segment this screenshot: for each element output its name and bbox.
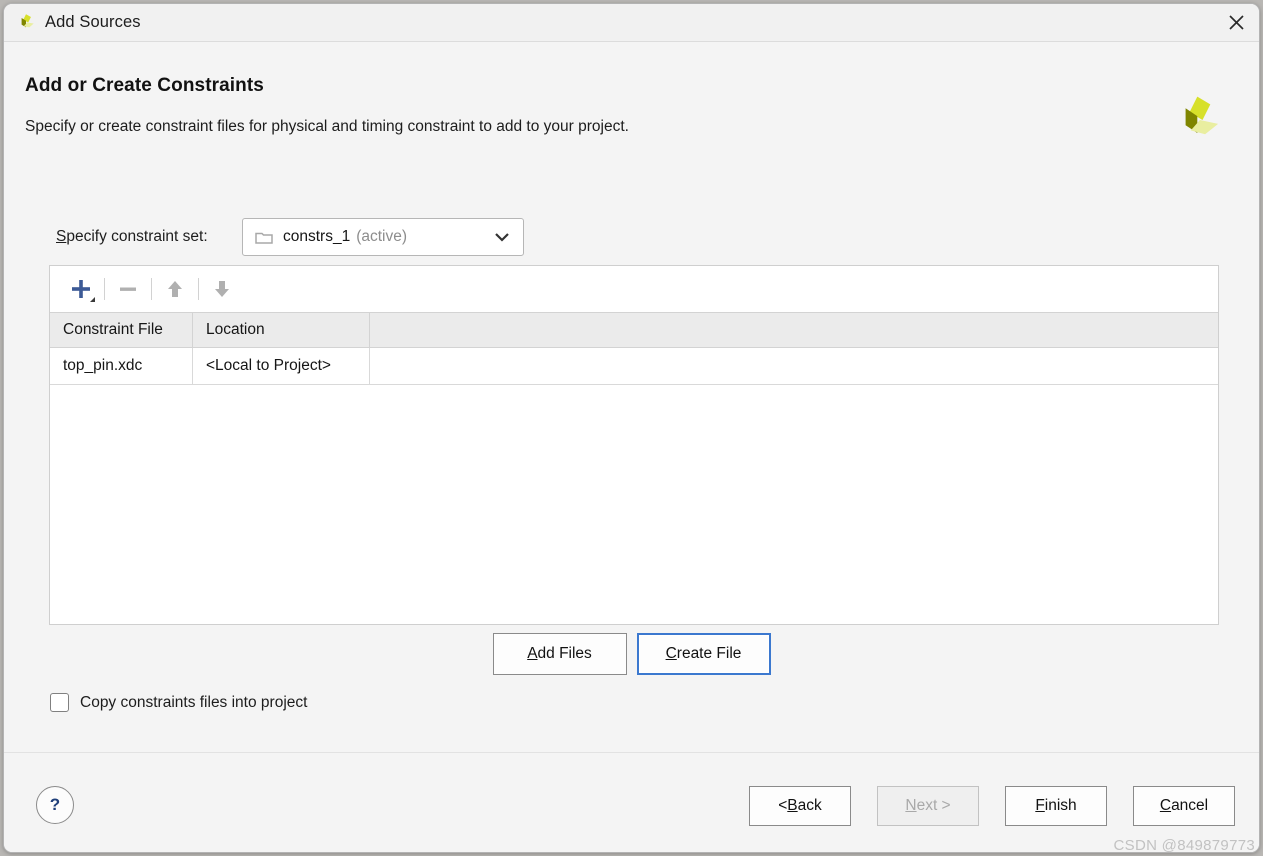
footer-buttons: < Back Next > Finish Cancel: [749, 786, 1235, 826]
column-header-constraint-file: Constraint File: [50, 313, 193, 347]
dropdown-triangle-icon: [90, 297, 95, 302]
cancel-label: ancel: [1171, 797, 1208, 815]
next-button[interactable]: Next >: [877, 786, 979, 826]
cell-constraint-file: top_pin.xdc: [50, 348, 193, 384]
arrow-up-icon[interactable]: [158, 272, 192, 306]
constraint-set-value: constrs_1: [283, 228, 350, 246]
column-header-spacer: [370, 313, 1218, 347]
add-files-button[interactable]: Add Files: [493, 633, 627, 675]
constraint-set-row: Specify constraint set: constrs_1 (activ…: [4, 218, 1259, 258]
cancel-button[interactable]: Cancel: [1133, 786, 1235, 826]
create-file-mnemonic: C: [666, 645, 677, 663]
constraint-files-toolbar: [50, 266, 1218, 312]
folder-icon: [255, 230, 273, 245]
plus-icon[interactable]: [64, 272, 98, 306]
xilinx-logo-icon: [15, 12, 37, 34]
page-subtitle: Specify or create constraint files for p…: [25, 118, 629, 136]
chevron-down-icon[interactable]: [494, 231, 510, 243]
arrow-down-icon[interactable]: [205, 272, 239, 306]
column-header-location: Location: [193, 313, 370, 347]
help-button[interactable]: ?: [36, 786, 74, 824]
copy-constraints-label: Copy constraints files into project: [80, 694, 307, 712]
table-header: Constraint File Location: [50, 312, 1218, 348]
watermark: CSDN @849879773: [1114, 837, 1255, 854]
finish-label: inish: [1045, 797, 1077, 815]
toolbar-divider: [151, 278, 152, 300]
cell-location: <Local to Project>: [193, 348, 370, 384]
xilinx-logo-icon: [1170, 94, 1222, 146]
create-file-label: reate File: [677, 645, 742, 663]
add-sources-dialog: Add Sources Add or Create Constraints Sp…: [3, 3, 1260, 853]
add-files-label: dd Files: [538, 645, 592, 663]
cell-spacer: [370, 348, 1218, 384]
constraint-set-label: Specify constraint set:: [56, 228, 208, 246]
dialog-footer: ? < Back Next > Finish Cancel: [4, 752, 1259, 852]
minus-icon[interactable]: [111, 272, 145, 306]
finish-button[interactable]: Finish: [1005, 786, 1107, 826]
cancel-mnemonic: C: [1160, 797, 1171, 815]
back-label: ack: [798, 797, 822, 815]
constraint-set-label-mnemonic: S: [56, 228, 66, 245]
constraint-files-panel: Constraint File Location top_pin.xdc <Lo…: [49, 265, 1219, 625]
add-files-mnemonic: A: [527, 645, 537, 663]
toolbar-divider: [198, 278, 199, 300]
constraint-set-label-rest: pecify constraint set:: [66, 228, 207, 245]
close-icon[interactable]: [1213, 4, 1259, 41]
next-label: ext >: [917, 797, 951, 815]
dialog-body: Specify constraint set: constrs_1 (activ…: [4, 152, 1259, 752]
back-mnemonic: B: [787, 797, 797, 815]
copy-constraints-checkbox-row[interactable]: Copy constraints files into project: [50, 693, 307, 712]
next-mnemonic: N: [905, 797, 916, 815]
dialog-header: Add or Create Constraints Specify or cre…: [4, 42, 1259, 152]
page-title: Add or Create Constraints: [25, 75, 264, 97]
file-action-buttons: Add Files Create File: [4, 633, 1259, 675]
constraint-set-dropdown[interactable]: constrs_1 (active): [242, 218, 524, 256]
back-button[interactable]: < Back: [749, 786, 851, 826]
constraint-set-active-suffix: (active): [356, 228, 407, 246]
toolbar-divider: [104, 278, 105, 300]
table-row[interactable]: top_pin.xdc <Local to Project>: [50, 348, 1218, 385]
copy-constraints-checkbox[interactable]: [50, 693, 69, 712]
create-file-button[interactable]: Create File: [637, 633, 771, 675]
title-bar: Add Sources: [4, 4, 1259, 42]
finish-mnemonic: F: [1035, 797, 1044, 815]
window-title: Add Sources: [45, 13, 141, 32]
back-prefix: <: [778, 797, 787, 815]
